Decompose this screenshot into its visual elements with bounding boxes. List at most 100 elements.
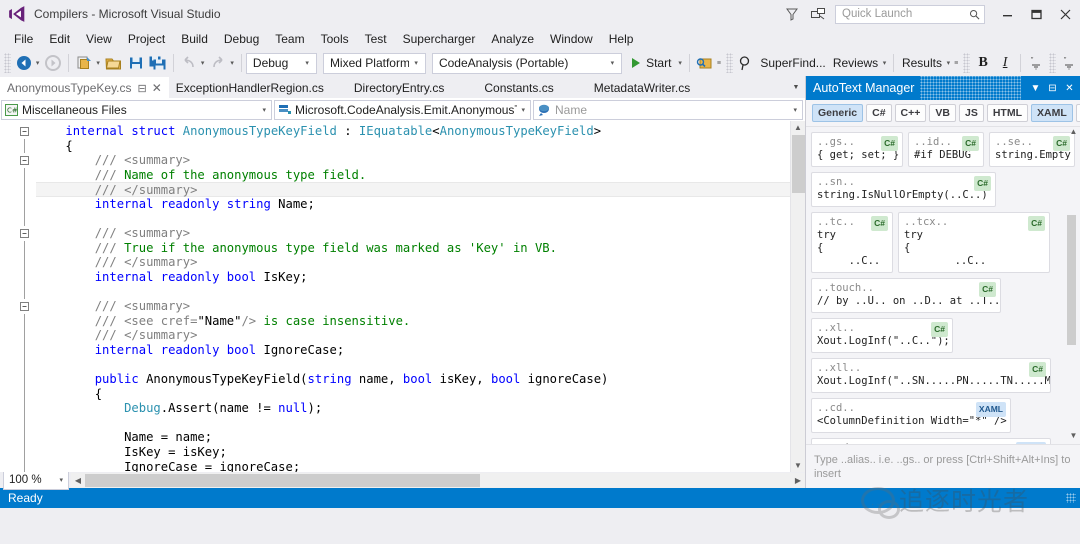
minimize-button[interactable] bbox=[993, 0, 1022, 28]
code-line[interactable]: /// </summary> bbox=[36, 255, 790, 270]
type-scope-combo[interactable]: Microsoft.CodeAnalysis.Emit.AnonymousTyp… bbox=[274, 99, 531, 120]
code-line[interactable]: IsKey = isKey; bbox=[36, 445, 790, 460]
menu-item-file[interactable]: File bbox=[6, 29, 41, 49]
attach-to-process-icon[interactable] bbox=[694, 52, 716, 74]
outline-collapse-icon[interactable] bbox=[16, 226, 34, 241]
results-dropdown[interactable]: ▾ bbox=[946, 59, 954, 67]
comment-marker-2-icon[interactable]: ” bbox=[1058, 52, 1080, 74]
autotext-snippet-card[interactable]: ..sn.. string.IsNullOrEmpty(..C..) C# bbox=[811, 172, 996, 207]
navigate-back-dropdown[interactable]: ▾ bbox=[35, 59, 43, 67]
menu-item-team[interactable]: Team bbox=[267, 29, 312, 49]
code-line[interactable]: /// <summary> bbox=[36, 299, 790, 314]
autotext-snippet-card[interactable]: ..tcx.. try { ..C.. C# bbox=[898, 212, 1050, 273]
code-line[interactable]: /// <summary> bbox=[36, 153, 790, 168]
new-project-icon[interactable] bbox=[73, 52, 95, 74]
autotext-scroll-thumb[interactable] bbox=[1067, 215, 1076, 345]
autotext-snippet-card[interactable]: ..gcd..<Grid.ColumnDefinitions> <ColumnD… bbox=[811, 438, 1051, 444]
attach-dropdown[interactable]: ≡ bbox=[716, 60, 724, 67]
open-file-icon[interactable] bbox=[103, 52, 125, 74]
editor-horizontal-scrollbar[interactable]: ◀ ▶ bbox=[71, 472, 805, 488]
document-tab-exceptionhandlerregion[interactable]: ExceptionHandlerRegion.cs bbox=[168, 77, 331, 98]
code-line[interactable] bbox=[36, 358, 790, 373]
menu-item-view[interactable]: View bbox=[78, 29, 120, 49]
toolbar-grip-4[interactable] bbox=[1049, 53, 1056, 73]
bold-button[interactable]: B bbox=[972, 52, 994, 74]
start-dropdown[interactable]: ▾ bbox=[677, 59, 685, 67]
quick-launch-input[interactable]: Quick Launch bbox=[835, 4, 985, 24]
scroll-right-icon[interactable]: ▶ bbox=[791, 476, 805, 485]
code-line[interactable]: Name = name; bbox=[36, 430, 790, 445]
menu-item-debug[interactable]: Debug bbox=[216, 29, 267, 49]
toolbar-grip[interactable] bbox=[4, 53, 11, 73]
code-line[interactable]: /// True if the anonymous type field was… bbox=[36, 241, 790, 256]
comment-marker-1-icon[interactable]: ” bbox=[1025, 52, 1047, 74]
start-debug-button[interactable]: Start bbox=[628, 52, 677, 74]
document-tab-metadatawriter[interactable]: MetadataWriter.cs bbox=[586, 77, 698, 98]
outline-collapse-icon[interactable] bbox=[16, 124, 34, 139]
code-line[interactable]: Debug.Assert(name != null); bbox=[36, 401, 790, 416]
close-icon[interactable]: ✕ bbox=[1061, 76, 1078, 100]
code-line[interactable]: internal readonly bool IsKey; bbox=[36, 270, 790, 285]
autotext-snippet-card[interactable]: ..id.. #if DEBUG C# bbox=[908, 132, 984, 167]
code-line[interactable]: IgnoreCase = ignoreCase; bbox=[36, 460, 790, 472]
navigate-forward-icon[interactable] bbox=[42, 52, 64, 74]
code-editor[interactable]: internal struct AnonymousTypeKeyField : … bbox=[0, 121, 805, 472]
autotext-snippet-list[interactable]: ..gs..{ get; set; } C# ..id.. #if DEBUG C#..… bbox=[806, 127, 1080, 444]
code-line[interactable]: internal readonly string Name; bbox=[36, 197, 790, 212]
scroll-up-icon[interactable]: ▲ bbox=[792, 121, 805, 134]
menu-item-tools[interactable]: Tools bbox=[313, 29, 357, 49]
autotext-language-tab-c[interactable]: C++ bbox=[894, 104, 927, 122]
menu-item-window[interactable]: Window bbox=[542, 29, 601, 49]
autotext-snippet-card[interactable]: ..xl.. Xout.LogInf("..C.."); C# bbox=[811, 318, 953, 353]
outline-collapse-icon[interactable] bbox=[16, 153, 34, 168]
autotext-snippet-card[interactable]: ..se.. string.Empty C# bbox=[989, 132, 1075, 167]
code-line[interactable]: internal readonly bool IgnoreCase; bbox=[36, 343, 790, 358]
redo-icon[interactable] bbox=[207, 52, 229, 74]
menu-item-test[interactable]: Test bbox=[357, 29, 395, 49]
code-line[interactable]: { bbox=[36, 387, 790, 402]
toolbar-grip-2[interactable] bbox=[726, 53, 733, 73]
solution-platform-combo[interactable]: Mixed Platforms ▾ bbox=[322, 52, 426, 74]
reviews-dropdown[interactable]: ▾ bbox=[882, 59, 890, 67]
horizontal-scroll-thumb[interactable] bbox=[85, 473, 480, 487]
save-icon[interactable] bbox=[125, 52, 147, 74]
vertical-scroll-thumb[interactable] bbox=[791, 135, 805, 193]
editor-text-surface[interactable]: internal struct AnonymousTypeKeyField : … bbox=[34, 121, 790, 472]
results-button[interactable]: Results bbox=[898, 52, 945, 74]
autotext-language-tab-c[interactable]: C# bbox=[866, 104, 892, 122]
undo-dropdown[interactable]: ▾ bbox=[200, 59, 208, 67]
autotext-snippet-card[interactable]: ..cd.. <ColumnDefinition Width="*" /> XAML bbox=[811, 398, 1011, 433]
close-button[interactable] bbox=[1051, 0, 1080, 28]
solution-configuration-combo[interactable]: Debug ▾ bbox=[245, 52, 317, 74]
panel-drag-area[interactable] bbox=[920, 76, 1021, 100]
member-scope-combo[interactable]: Name ▾ bbox=[533, 99, 803, 120]
feedback-funnel-icon[interactable] bbox=[779, 0, 805, 28]
code-line[interactable]: /// </summary> bbox=[36, 328, 790, 343]
autotext-snippet-card[interactable]: ..tc.. try { ..C.. C# bbox=[811, 212, 893, 273]
autotext-language-tab-js[interactable]: JS bbox=[959, 104, 984, 122]
chevron-down-icon[interactable]: ▼ bbox=[1027, 76, 1044, 100]
document-tab-anonymoustypekey[interactable]: AnonymousTypeKey.cs ⊟ ✕ bbox=[0, 77, 169, 98]
menu-item-project[interactable]: Project bbox=[120, 29, 173, 49]
code-line[interactable]: public AnonymousTypeKeyField(string name… bbox=[36, 372, 790, 387]
new-project-dropdown[interactable]: ▾ bbox=[95, 59, 103, 67]
code-line[interactable] bbox=[36, 212, 790, 227]
italic-button[interactable]: I bbox=[994, 52, 1016, 74]
project-scope-combo[interactable]: C# Miscellaneous Files ▾ bbox=[1, 99, 272, 120]
reviews-button[interactable]: Reviews bbox=[829, 52, 882, 74]
autotext-language-tab-xml[interactable]: XML bbox=[1075, 104, 1080, 122]
code-line[interactable]: internal struct AnonymousTypeKeyField : … bbox=[36, 124, 790, 139]
code-line[interactable]: /// </summary> bbox=[36, 182, 790, 197]
editor-vertical-scrollbar[interactable]: ▲ ▼ bbox=[790, 121, 805, 472]
send-feedback-icon[interactable] bbox=[805, 0, 831, 28]
autotext-language-tab-html[interactable]: HTML bbox=[986, 104, 1029, 122]
code-line[interactable]: /// Name of the anonymous type field. bbox=[36, 168, 790, 183]
toolbar-grip-3[interactable] bbox=[963, 53, 971, 73]
autotext-language-tab-vb[interactable]: VB bbox=[929, 104, 956, 122]
menu-item-supercharger[interactable]: Supercharger bbox=[395, 29, 484, 49]
startup-project-combo[interactable]: CodeAnalysis (Portable) ▾ bbox=[431, 52, 623, 74]
pin-icon[interactable]: ⊟ bbox=[1044, 76, 1061, 100]
document-tab-constants[interactable]: Constants.cs bbox=[477, 77, 561, 98]
autotext-snippet-card[interactable]: ..gs..{ get; set; } C# bbox=[811, 132, 903, 167]
scroll-left-icon[interactable]: ◀ bbox=[71, 476, 85, 485]
